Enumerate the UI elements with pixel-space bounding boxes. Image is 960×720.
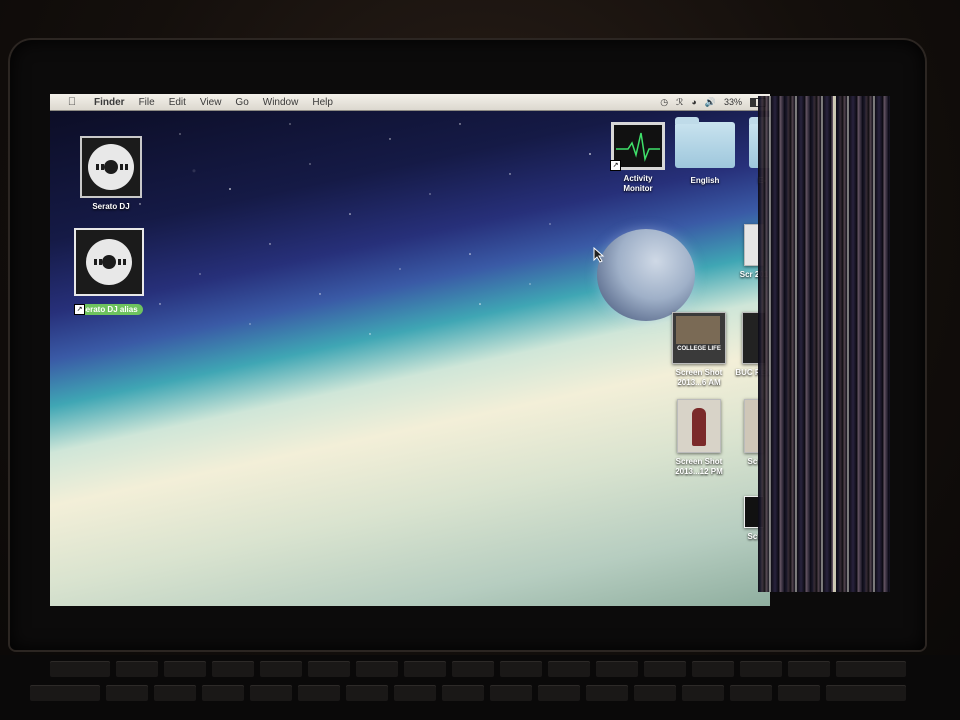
menu-window[interactable]: Window (263, 97, 299, 108)
time-machine-icon[interactable]: ◷ (660, 97, 668, 108)
moon-wallpaper-element (597, 229, 695, 321)
keyboard-key (164, 661, 206, 677)
keyboard-key (634, 685, 676, 701)
desktop-icon-screen-shot-2[interactable]: Screen Shot 2013...12 PM (670, 399, 728, 477)
desktop-icon-label: Serato DJ (92, 202, 130, 211)
bluetooth-icon[interactable]: ℛ (676, 97, 683, 108)
mouse-cursor-icon (593, 247, 605, 263)
menu-help[interactable]: Help (312, 97, 333, 108)
keyboard-key (490, 685, 532, 701)
folder-icon (675, 117, 735, 168)
keyboard-key (212, 661, 254, 677)
keyboard-key (788, 661, 830, 677)
keyboard-key (260, 661, 302, 677)
keyboard-key (682, 685, 724, 701)
keyboard-key (538, 685, 580, 701)
keyboard-key (356, 661, 398, 677)
keyboard-key (394, 685, 436, 701)
status-menus: ◷ ℛ ◕ 🔊 33% (652, 94, 770, 110)
screenshot-thumbnail: COLLEGE LIFE (672, 312, 726, 364)
menu-view[interactable]: View (200, 97, 222, 108)
menu-bar:  Finder File Edit View Go Window Help ◷… (50, 94, 770, 111)
serato-dj-icon (80, 136, 142, 198)
activity-monitor-icon: ↗ (610, 122, 665, 171)
desktop-icon-activity-monitor[interactable]: ↗ Activity Monitor (608, 122, 668, 194)
keyboard-key (202, 685, 244, 701)
wifi-icon[interactable]: ◕ (691, 97, 696, 107)
screen-damage-lines (758, 96, 890, 592)
screen-damage-bright-line (833, 96, 836, 592)
menu-finder[interactable]: Finder (94, 97, 125, 108)
screenshot-thumbnail (677, 399, 721, 453)
keyboard-key (730, 685, 772, 701)
keyboard-key (308, 661, 350, 677)
desktop-icon-serato-dj[interactable]: Serato DJ (76, 136, 146, 212)
keyboard-key (586, 685, 628, 701)
keyboard-key (644, 661, 686, 677)
desktop-screen:  Finder File Edit View Go Window Help ◷… (50, 94, 770, 606)
desktop-icon-label-selected: Serato DJ alias (75, 304, 143, 315)
keyboard-key (740, 661, 782, 677)
keyboard-key (692, 661, 734, 677)
keyboard-key (116, 661, 158, 677)
apple-icon[interactable]:  (64, 96, 80, 108)
thumbnail-caption: COLLEGE LIFE (677, 346, 721, 352)
keyboard-key (548, 661, 590, 677)
desktop-icon-label: English (690, 176, 720, 185)
keyboard-key (500, 661, 542, 677)
keyboard-key (30, 685, 100, 701)
menu-edit[interactable]: Edit (169, 97, 186, 108)
keyboard-key (298, 685, 340, 701)
keyboard-key (596, 661, 638, 677)
desktop-icon-label: Activity Monitor (623, 174, 653, 193)
keyboard (0, 655, 960, 720)
keyboard-key (826, 685, 906, 701)
keyboard-key (442, 685, 484, 701)
keyboard-key (452, 661, 494, 677)
menu-go[interactable]: Go (235, 97, 248, 108)
keyboard-key (50, 661, 110, 677)
desktop-icon-serato-dj-alias[interactable]: ↗ Serato DJ alias (72, 228, 146, 317)
keyboard-key (154, 685, 196, 701)
menu-file[interactable]: File (139, 97, 155, 108)
serato-dj-icon: ↗ (74, 228, 144, 315)
battery-percent[interactable]: 33% (724, 97, 742, 107)
desktop-icon-screen-shot-1[interactable]: COLLEGE LIFE Screen Shot 2013...6 AM (670, 312, 728, 388)
keyboard-key (836, 661, 906, 677)
keyboard-key (250, 685, 292, 701)
keyboard-key (404, 661, 446, 677)
desktop-icon-label: Screen Shot 2013...6 AM (675, 368, 723, 387)
desktop-icon-label: Screen Shot 2013...12 PM (675, 457, 723, 476)
alias-arrow-icon: ↗ (74, 304, 85, 315)
keyboard-key (346, 685, 388, 701)
desktop-icon-english[interactable]: English (674, 117, 736, 186)
keyboard-key (106, 685, 148, 701)
keyboard-key (778, 685, 820, 701)
alias-arrow-icon: ↗ (610, 160, 621, 171)
volume-icon[interactable]: 🔊 (705, 97, 716, 108)
